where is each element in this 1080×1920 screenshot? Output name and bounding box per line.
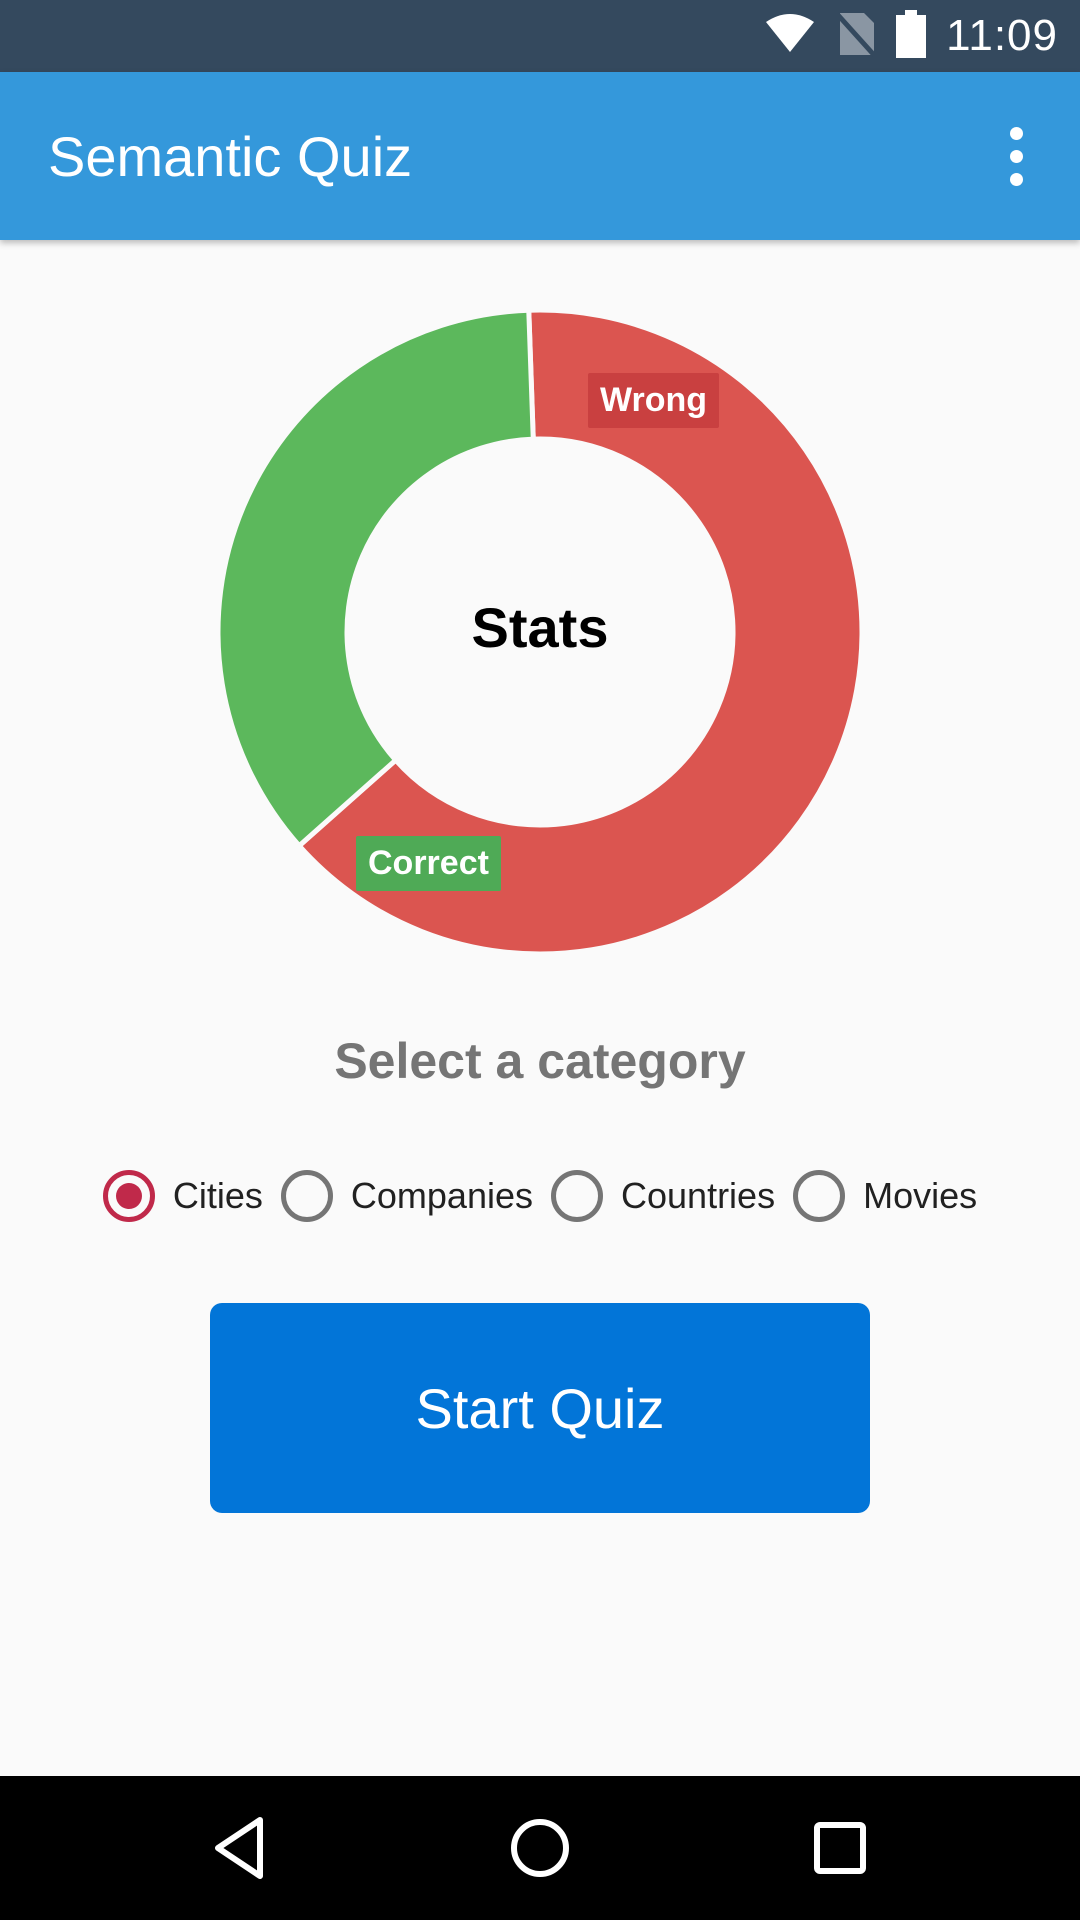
wifi-icon xyxy=(764,13,816,59)
home-icon[interactable] xyxy=(490,1798,590,1898)
slice-label-wrong: Wrong xyxy=(588,373,720,428)
radio-option-countries[interactable]: Countries xyxy=(551,1170,775,1222)
select-category-heading: Select a category xyxy=(334,1033,746,1089)
overflow-menu-icon[interactable] xyxy=(980,120,1052,192)
radio-label-companies: Companies xyxy=(350,1175,533,1216)
radio-option-companies[interactable]: Companies xyxy=(280,1170,533,1222)
radio-button-cities[interactable] xyxy=(102,1170,155,1222)
radio-button-companies[interactable] xyxy=(280,1170,333,1222)
chart-center-label: Stats xyxy=(471,596,609,659)
category-radio-group: Cities Companies Countries Movies xyxy=(0,1162,1080,1230)
stats-donut-chart: Stats Wrong Correct xyxy=(0,240,1080,1020)
no-sim-icon xyxy=(836,11,877,62)
back-icon[interactable] xyxy=(190,1798,290,1898)
radio-button-countries[interactable] xyxy=(551,1170,603,1222)
radio-label-cities: Cities xyxy=(172,1175,263,1216)
app-title: Semantic Quiz xyxy=(48,125,413,188)
radio-option-movies[interactable]: Movies xyxy=(793,1170,977,1222)
slice-label-correct: Correct xyxy=(356,836,501,891)
app-bar: Semantic Quiz xyxy=(0,72,1080,240)
battery-icon xyxy=(896,9,927,63)
radio-button-movies[interactable] xyxy=(793,1170,846,1222)
status-bar: 11:09 xyxy=(0,0,1080,72)
radio-label-countries: Countries xyxy=(621,1175,776,1216)
start-quiz-button[interactable]: Start Quiz xyxy=(210,1303,870,1513)
radio-option-cities[interactable]: Cities xyxy=(102,1170,263,1222)
radio-label-movies: Movies xyxy=(863,1175,978,1216)
clock-time: 11:09 xyxy=(946,11,1058,60)
recents-icon[interactable] xyxy=(790,1798,890,1898)
navigation-bar xyxy=(0,1776,1080,1920)
